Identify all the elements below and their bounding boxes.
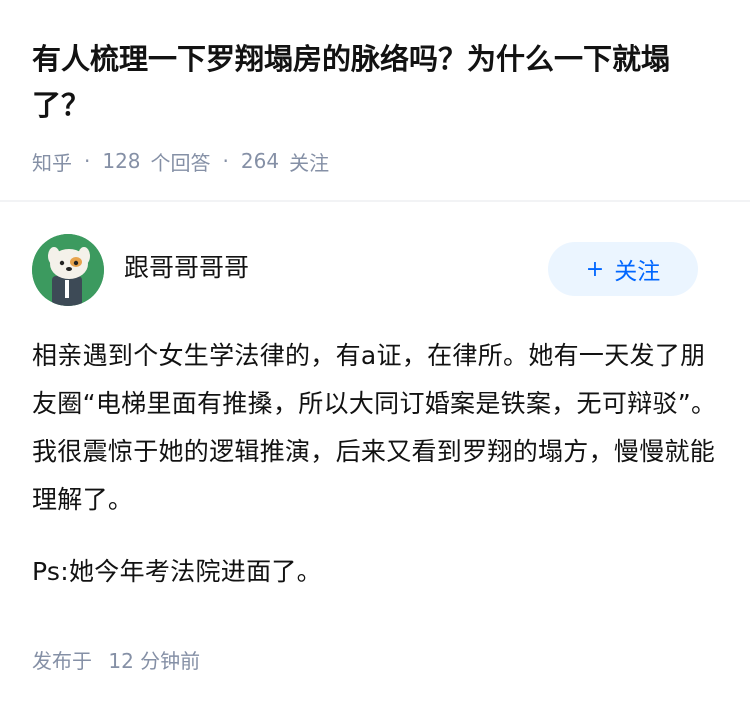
follow-button-label: 关注 [614,259,661,285]
publish-prefix: 发布于 [32,649,92,673]
separator-dot: · [222,149,229,173]
follow-button[interactable]: + 关注 [548,242,698,296]
publish-time: 发布于 12 分钟前 [32,646,200,676]
answer-paragraph: Ps:她今年考法院进面了。 [32,557,322,586]
avatar-dog-icon [32,234,104,306]
follow-count-label: 关注 [289,150,330,175]
avatar[interactable] [32,234,104,306]
follow-count: 264 [240,149,280,173]
source-label[interactable]: 知乎 [32,147,72,176]
question-header: 有人梳理一下罗翔塌房的脉络吗？为什么一下就塌了？ [32,36,722,128]
answer-count-label: 个回答 [150,150,211,175]
author-name[interactable]: 跟哥哥哥哥 [124,250,249,286]
plus-icon: + [585,256,605,282]
question-title[interactable]: 有人梳理一下罗翔塌房的脉络吗？为什么一下就塌了？ [32,36,722,128]
divider [0,200,750,202]
question-meta: 知乎 · 128 个回答 · 264 关注 [32,146,329,176]
separator-dot: · [84,149,91,173]
answer-count: 128 [102,149,141,173]
publish-time-value: 12 分钟前 [108,649,201,673]
author-row: 跟哥哥哥哥 + 关注 [32,234,718,306]
answer-paragraph: 相亲遇到个女生学法律的，有a证，在律所。她有一天发了朋友圈“电梯里面有推搡，所以… [32,341,717,514]
answer-content: 相亲遇到个女生学法律的，有a证，在律所。她有一天发了朋友圈“电梯里面有推搡，所以… [32,332,722,596]
answer-page: 有人梳理一下罗翔塌房的脉络吗？为什么一下就塌了？ 知乎 · 128 个回答 · … [0,0,750,712]
